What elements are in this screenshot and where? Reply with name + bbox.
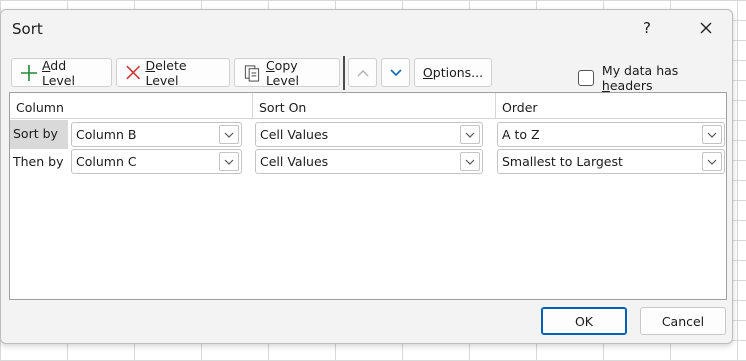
column-select-row-2[interactable]: Column C bbox=[71, 149, 242, 174]
options-label: Options... bbox=[422, 65, 484, 80]
headers-checkbox[interactable] bbox=[578, 70, 594, 86]
order-select-row-1[interactable]: A to Z bbox=[497, 122, 725, 147]
sort-on-select-value: Cell Values bbox=[260, 127, 329, 142]
copy-icon bbox=[244, 64, 260, 82]
column-header: Column bbox=[10, 93, 253, 119]
move-up-button[interactable] bbox=[348, 58, 377, 87]
headers-checkbox-label: My data has headers bbox=[601, 63, 679, 93]
close-button[interactable] bbox=[689, 12, 723, 44]
column-select-row-1[interactable]: Column B bbox=[71, 122, 242, 147]
my-data-has-headers[interactable]: My data has headers bbox=[578, 63, 732, 93]
copy-level-label: Copy Level bbox=[265, 57, 299, 88]
dialog-title: Sort bbox=[12, 20, 43, 38]
order-select-value: A to Z bbox=[502, 127, 540, 142]
sort-levels-grid: Column Sort On Order Sort by Column B Ce… bbox=[9, 92, 727, 300]
options-button[interactable]: Options... bbox=[414, 58, 492, 87]
add-icon bbox=[20, 64, 37, 81]
chevron-down-icon bbox=[219, 152, 239, 171]
sort-on-select-value: Cell Values bbox=[260, 154, 329, 169]
delete-level-button[interactable]: Delete Level bbox=[116, 57, 230, 88]
chevron-down-icon bbox=[389, 68, 402, 76]
chevron-down-icon bbox=[460, 125, 480, 144]
chevron-down-icon bbox=[702, 125, 722, 144]
order-select-row-2[interactable]: Smallest to Largest bbox=[497, 149, 725, 174]
chevron-up-icon bbox=[357, 69, 368, 76]
close-icon bbox=[700, 22, 712, 34]
sort-on-select-row-2[interactable]: Cell Values bbox=[255, 149, 483, 174]
order-select-value: Smallest to Largest bbox=[502, 154, 623, 169]
chevron-down-icon bbox=[219, 125, 239, 144]
sort-on-select-row-1[interactable]: Cell Values bbox=[255, 122, 483, 147]
ok-button[interactable]: OK bbox=[541, 307, 627, 335]
chevron-down-icon bbox=[702, 152, 722, 171]
delete-level-label: Delete Level bbox=[145, 57, 187, 88]
cancel-button[interactable]: Cancel bbox=[640, 307, 726, 335]
row-label-then-by[interactable]: Then by bbox=[10, 150, 68, 177]
sort-on-header: Sort On bbox=[253, 93, 496, 119]
help-button[interactable]: ? bbox=[632, 12, 662, 44]
row-label-sort-by[interactable]: Sort by bbox=[10, 120, 68, 149]
move-down-button[interactable] bbox=[381, 58, 410, 87]
add-level-button[interactable]: Add Level bbox=[11, 57, 112, 88]
sort-dialog: Sort ? Add Level Delete Level Copy Level bbox=[0, 9, 733, 344]
column-select-value: Column B bbox=[76, 127, 137, 142]
order-header: Order bbox=[496, 93, 726, 119]
chevron-down-icon bbox=[460, 152, 480, 171]
copy-level-button[interactable]: Copy Level bbox=[234, 57, 340, 88]
delete-icon bbox=[126, 65, 141, 80]
column-select-value: Column C bbox=[76, 154, 137, 169]
add-level-label: Add Level bbox=[41, 57, 75, 88]
toolbar-divider bbox=[343, 56, 345, 90]
